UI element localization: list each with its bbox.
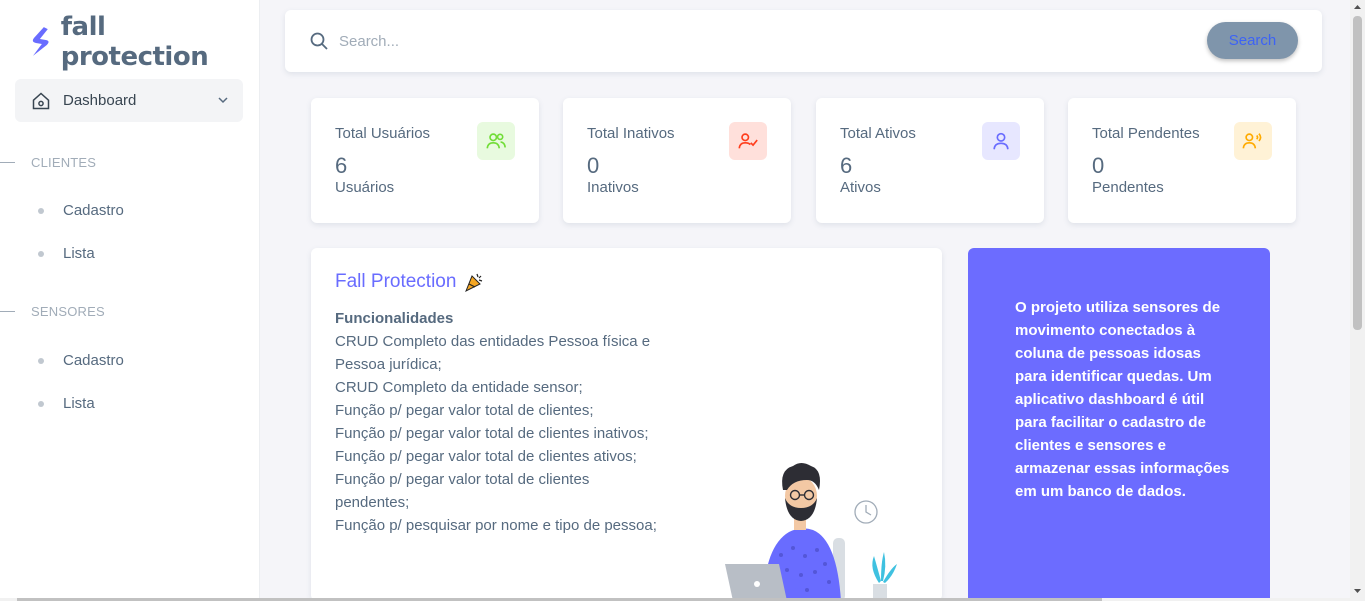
stat-label: Total Inativos (587, 125, 675, 142)
sidebar-item-label: Cadastro (63, 352, 124, 369)
stat-label: Total Ativos (840, 125, 916, 142)
stat-card-inativos: Total Inativos 0 Inativos (563, 98, 791, 223)
features-heading: Funcionalidades (335, 310, 454, 327)
sidebar-item-dashboard[interactable]: Dashboard (15, 79, 243, 122)
feature-item: Função p/ pegar valor total de clientes … (335, 425, 649, 442)
section-divider (0, 162, 15, 163)
stat-value: 6 (335, 153, 348, 178)
sidebar-item-clientes-cadastro[interactable]: Cadastro (38, 202, 124, 219)
vertical-scrollbar[interactable] (1350, 0, 1365, 601)
chevron-down-icon[interactable] (217, 94, 229, 106)
user-voice-icon (1234, 122, 1272, 160)
section-header-label: CLIENTES (31, 155, 97, 170)
info-card: O projeto utiliza sensores de movimento … (968, 248, 1270, 601)
sidebar: fall protection Dashboard CLIENTES Cadas… (0, 0, 260, 601)
section-divider (0, 311, 15, 312)
bullet-icon (38, 207, 44, 214)
sidebar-item-sensores-lista[interactable]: Lista (38, 395, 95, 412)
user-icon (982, 122, 1020, 160)
scroll-up-arrow-icon[interactable] (1353, 3, 1362, 12)
stat-unit: Ativos (840, 179, 881, 196)
stat-value: 6 (840, 153, 853, 178)
bullet-icon (38, 357, 44, 364)
feature-item: CRUD Completo da entidade sensor; (335, 379, 583, 396)
search-button[interactable]: Search (1207, 22, 1298, 59)
sidebar-item-clientes-lista[interactable]: Lista (38, 245, 95, 262)
sidebar-item-label: Lista (63, 245, 95, 262)
search-icon (310, 32, 328, 50)
party-popper-icon (465, 273, 483, 293)
stat-label: Total Pendentes (1092, 125, 1200, 142)
feature-item: CRUD Completo das entidades Pessoa físic… (335, 333, 651, 373)
stat-value: 0 (1092, 153, 1105, 178)
features-list: Funcionalidades CRUD Completo das entida… (335, 307, 665, 537)
project-title-text: Fall Protection (335, 271, 457, 292)
bullet-icon (38, 400, 44, 407)
scrollbar-thumb[interactable] (1353, 16, 1362, 330)
feature-item: Função p/ pesquisar por nome e tipo de p… (335, 517, 657, 534)
user-check-icon (729, 122, 767, 160)
brand-s-logo-icon (32, 27, 49, 56)
stat-label: Total Usuários (335, 125, 431, 142)
brand-name: fall protection (60, 12, 209, 72)
home-icon (32, 91, 50, 109)
brand[interactable]: fall protection (0, 0, 259, 84)
sidebar-item-label: Dashboard (63, 92, 137, 109)
sidebar-item-label: Cadastro (63, 202, 124, 219)
search-input[interactable] (339, 28, 539, 54)
feature-item: Função p/ pegar valor total de clientes … (335, 471, 590, 511)
search-bar: Search (285, 10, 1322, 72)
stat-value: 0 (587, 153, 600, 178)
section-header-label: SENSORES (31, 304, 105, 319)
sidebar-item-sensores-cadastro[interactable]: Cadastro (38, 352, 124, 369)
stat-card-pendentes: Total Pendentes 0 Pendentes (1068, 98, 1296, 223)
stat-unit: Usuários (335, 179, 395, 196)
stat-unit: Inativos (587, 179, 639, 196)
feature-item: Função p/ pegar valor total de clientes … (335, 448, 637, 465)
users-icon (477, 122, 515, 160)
stat-unit: Pendentes (1092, 179, 1164, 196)
scroll-down-arrow-icon[interactable] (1353, 586, 1362, 595)
info-text: O projeto utiliza sensores de movimento … (1015, 299, 1230, 500)
stat-card-usuarios: Total Usuários 6 Usuários (311, 98, 539, 223)
section-header-sensores: SENSORES (0, 304, 105, 319)
feature-item: Função p/ pegar valor total de clientes; (335, 402, 594, 419)
stat-card-ativos: Total Ativos 6 Ativos (816, 98, 1044, 223)
sidebar-item-label: Lista (63, 395, 95, 412)
project-title: Fall Protection (335, 271, 485, 293)
project-card: Fall Protection Funcionalidades CRUD Com… (311, 248, 942, 601)
section-header-clientes: CLIENTES (0, 155, 96, 170)
bullet-icon (38, 250, 44, 257)
man-with-laptop-illustration (725, 463, 897, 601)
